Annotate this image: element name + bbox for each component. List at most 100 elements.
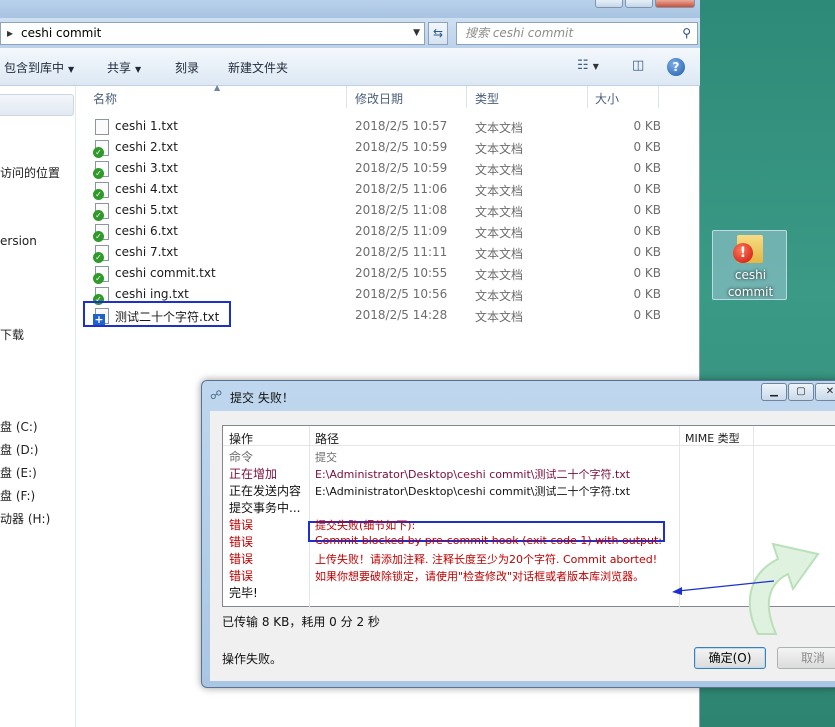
file-row[interactable]: ✓ ceshi 5.txt 2018/2/5 11:08 文本文档 0 KB [78, 200, 700, 221]
file-type: 文本文档 [475, 163, 524, 177]
ok-button[interactable]: 确定(O) [694, 647, 766, 669]
breadcrumb-current[interactable]: ceshi commit [21, 26, 101, 40]
log-row[interactable]: 错误 提交失败(细节如下): [223, 514, 835, 532]
help-icon[interactable]: ? [667, 58, 685, 76]
file-date: 2018/2/5 10:56 [355, 287, 448, 301]
file-row[interactable]: ✓ ceshi 7.txt 2018/2/5 11:11 文本文档 0 KB [78, 242, 700, 263]
file-type: 文本文档 [475, 226, 524, 240]
file-type: 文本文档 [475, 310, 524, 324]
close-button[interactable] [655, 0, 695, 8]
nav-item-drive-e[interactable]: 盘 (E:) [0, 464, 37, 481]
nav-item-version[interactable]: ersion [0, 234, 37, 248]
column-header-size[interactable]: 大小 [595, 90, 619, 107]
log-header-action[interactable]: 操作 [229, 430, 253, 447]
file-name[interactable]: ceshi ing.txt [115, 287, 189, 301]
log-row[interactable]: 错误 Commit blocked by pre-commit hook (exi… [223, 531, 835, 549]
file-name[interactable]: ceshi 2.txt [115, 140, 178, 154]
column-header-date[interactable]: 修改日期 [355, 90, 403, 107]
desktop-folder-ceshi-commit[interactable]: ! ceshi commit [712, 230, 787, 300]
file-size: 0 KB [633, 308, 661, 322]
dialog-body: 操作 路径 MIME 类型 命令 提交 正在增加 E:\Administrator\D… [210, 411, 835, 681]
file-row[interactable]: ceshi 1.txt 2018/2/5 10:57 文本文档 0 KB [78, 116, 700, 137]
file-row[interactable]: ✓ ceshi 4.txt 2018/2/5 11:06 文本文档 0 KB [78, 179, 700, 200]
file-name[interactable]: ceshi commit.txt [115, 266, 216, 280]
nav-item-drive-h[interactable]: 动器 (H:) [0, 510, 50, 527]
file-row[interactable]: ✓ ceshi 6.txt 2018/2/5 11:09 文本文档 0 KB [78, 221, 700, 242]
address-dropdown-icon[interactable]: ▼ [413, 23, 420, 44]
dropdown-arrow-icon: ▼ [68, 65, 75, 74]
share-button[interactable]: 共享 ▼ [107, 59, 141, 76]
column-header-type[interactable]: 类型 [475, 90, 499, 107]
file-row[interactable]: + 测试二十个字符.txt 2018/2/5 14:28 文本文档 0 KB [78, 301, 700, 327]
file-size: 0 KB [633, 182, 661, 196]
log-row[interactable]: 正在增加 E:\Administrator\Desktop\ceshi commi… [223, 463, 835, 481]
text-file-icon: ✓ [93, 224, 109, 242]
file-row[interactable]: ✓ ceshi 3.txt 2018/2/5 10:59 文本文档 0 KB [78, 158, 700, 179]
nav-selected-item[interactable] [0, 94, 74, 116]
log-row[interactable]: 完毕! [223, 582, 835, 600]
dialog-close-button[interactable]: ✕ [815, 383, 835, 401]
desktop-icon-label-line1: ceshi [734, 268, 767, 282]
maximize-button[interactable] [625, 0, 653, 8]
file-row[interactable]: ✓ ceshi commit.txt 2018/2/5 10:55 文本文档 0 KB [78, 263, 700, 284]
highlight-box [83, 301, 231, 327]
nav-item-drive-d[interactable]: 盘 (D:) [0, 441, 38, 458]
nav-item-drive-c[interactable]: 盘 (C:) [0, 418, 38, 435]
log-header-path[interactable]: 路径 [315, 430, 339, 447]
minimize-button[interactable] [595, 0, 623, 8]
log-row[interactable]: 正在发送内容 E:\Administrator\Desktop\ceshi com… [223, 480, 835, 498]
log-path: Commit blocked by pre-commit hook (exit … [315, 534, 662, 547]
file-date: 2018/2/5 10:59 [355, 161, 448, 175]
refresh-button[interactable]: ⇆ [428, 22, 448, 45]
file-date: 2018/2/5 10:59 [355, 140, 448, 154]
search-icon[interactable]: ⚲ [682, 23, 691, 44]
file-name[interactable]: ceshi 7.txt [115, 245, 178, 259]
nav-item-drive-f[interactable]: 盘 (F:) [0, 487, 35, 504]
log-row[interactable]: 错误 如果你想要破除锁定，请使用"检查修改"对话框或者版本库浏览器。 [223, 565, 835, 583]
navigation-pane: 访问的位置 ersion 下载 盘 (C:) 盘 (D:) 盘 (E:) 盘 (… [0, 86, 76, 727]
dialog-maximize-button[interactable]: ▢ [788, 383, 814, 401]
nav-item-downloads[interactable]: 下载 [0, 326, 24, 343]
log-row[interactable]: 提交事务中... [223, 497, 835, 515]
svn-normal-overlay-icon: ✓ [93, 168, 104, 179]
include-in-library-button[interactable]: 包含到库中 ▼ [4, 59, 74, 76]
svn-normal-overlay-icon: ✓ [93, 210, 104, 221]
nav-item-recent-places[interactable]: 访问的位置 [0, 164, 60, 181]
column-header-name[interactable]: 名称 [93, 90, 117, 107]
column-headers: ▲ 名称 修改日期 类型 大小 [78, 83, 700, 108]
operation-status: 操作失败。 [222, 652, 283, 666]
cancel-button[interactable]: 取消 [777, 647, 835, 669]
file-size: 0 KB [633, 203, 661, 217]
svn-normal-overlay-icon: ✓ [93, 231, 104, 242]
file-name[interactable]: ceshi 1.txt [115, 119, 178, 133]
log-row[interactable]: 命令 提交 [223, 446, 835, 464]
log-action: 完毕! [229, 586, 258, 600]
file-date: 2018/2/5 11:08 [355, 203, 448, 217]
log-row[interactable]: 错误 上传失败！请添加注释. 注释长度至少为20个字符. Commit abort… [223, 548, 835, 566]
file-name[interactable]: ceshi 5.txt [115, 203, 178, 217]
file-date: 2018/2/5 10:57 [355, 119, 448, 133]
view-options-icon[interactable]: ☷ ▼ [577, 58, 599, 73]
address-bar[interactable]: ▸ ceshi commit ▼ [0, 22, 425, 45]
text-file-icon: ✓ [93, 203, 109, 221]
file-type: 文本文档 [475, 142, 524, 156]
new-folder-button[interactable]: 新建文件夹 [228, 59, 288, 76]
action-log-list[interactable]: 操作 路径 MIME 类型 命令 提交 正在增加 E:\Administrator\D… [222, 425, 835, 635]
burn-button[interactable]: 刻录 [175, 59, 199, 76]
commit-failed-dialog: ☍ 提交 失败！ ▁ ▢ ✕ 操作 路径 MIME 类型 命令 提交 正在增加 E:\… [201, 380, 835, 688]
search-placeholder: 搜索 ceshi commit [465, 26, 574, 40]
file-type: 文本文档 [475, 121, 524, 135]
file-row[interactable]: ✓ ceshi 2.txt 2018/2/5 10:59 文本文档 0 KB [78, 137, 700, 158]
search-input[interactable]: 搜索 ceshi commit ⚲ [456, 22, 698, 45]
preview-pane-icon[interactable]: ◫ [632, 58, 644, 73]
log-header-mime[interactable]: MIME 类型 [685, 430, 740, 446]
file-name[interactable]: ceshi 3.txt [115, 161, 178, 175]
text-file-icon [95, 119, 109, 135]
file-name[interactable]: ceshi 6.txt [115, 224, 178, 238]
svn-conflict-icon: ! [733, 243, 753, 263]
text-file-icon: ✓ [93, 161, 109, 179]
file-date: 2018/2/5 11:09 [355, 224, 448, 238]
file-date: 2018/2/5 10:55 [355, 266, 448, 280]
file-name[interactable]: ceshi 4.txt [115, 182, 178, 196]
dialog-minimize-button[interactable]: ▁ [761, 383, 787, 401]
